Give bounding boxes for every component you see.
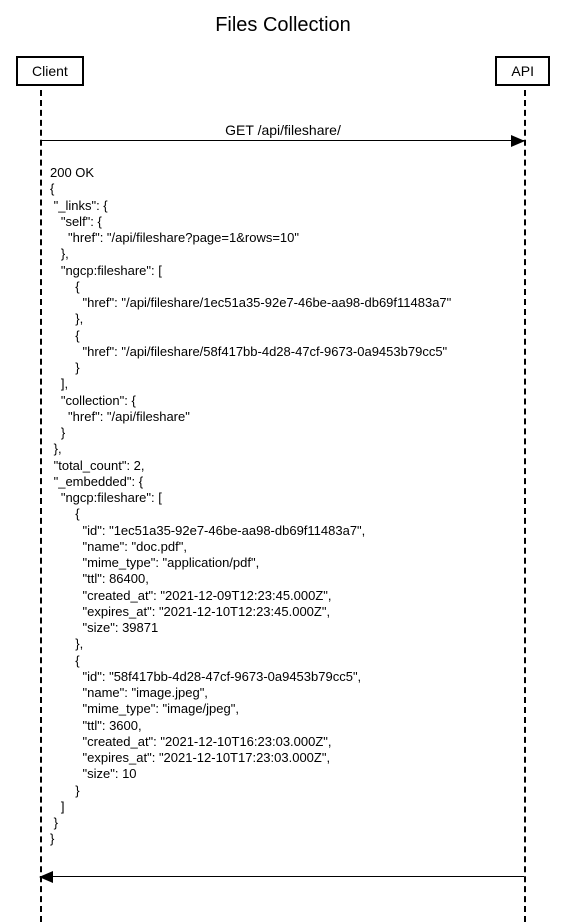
response-arrow [40,876,524,877]
participant-api: API [495,56,550,86]
response-body: 200 OK { "_links": { "self": { "href": "… [50,165,524,848]
arrowhead-left-icon [39,871,53,883]
sequence-diagram: Files Collection Client API GET /api/fil… [0,0,566,922]
participant-client: Client [16,56,84,86]
request-label: GET /api/fileshare/ [0,122,566,138]
lifeline-api [524,90,526,922]
arrowhead-right-icon [511,135,525,147]
lifeline-client [40,90,42,922]
request-arrow [40,140,524,141]
diagram-title: Files Collection [0,14,566,37]
